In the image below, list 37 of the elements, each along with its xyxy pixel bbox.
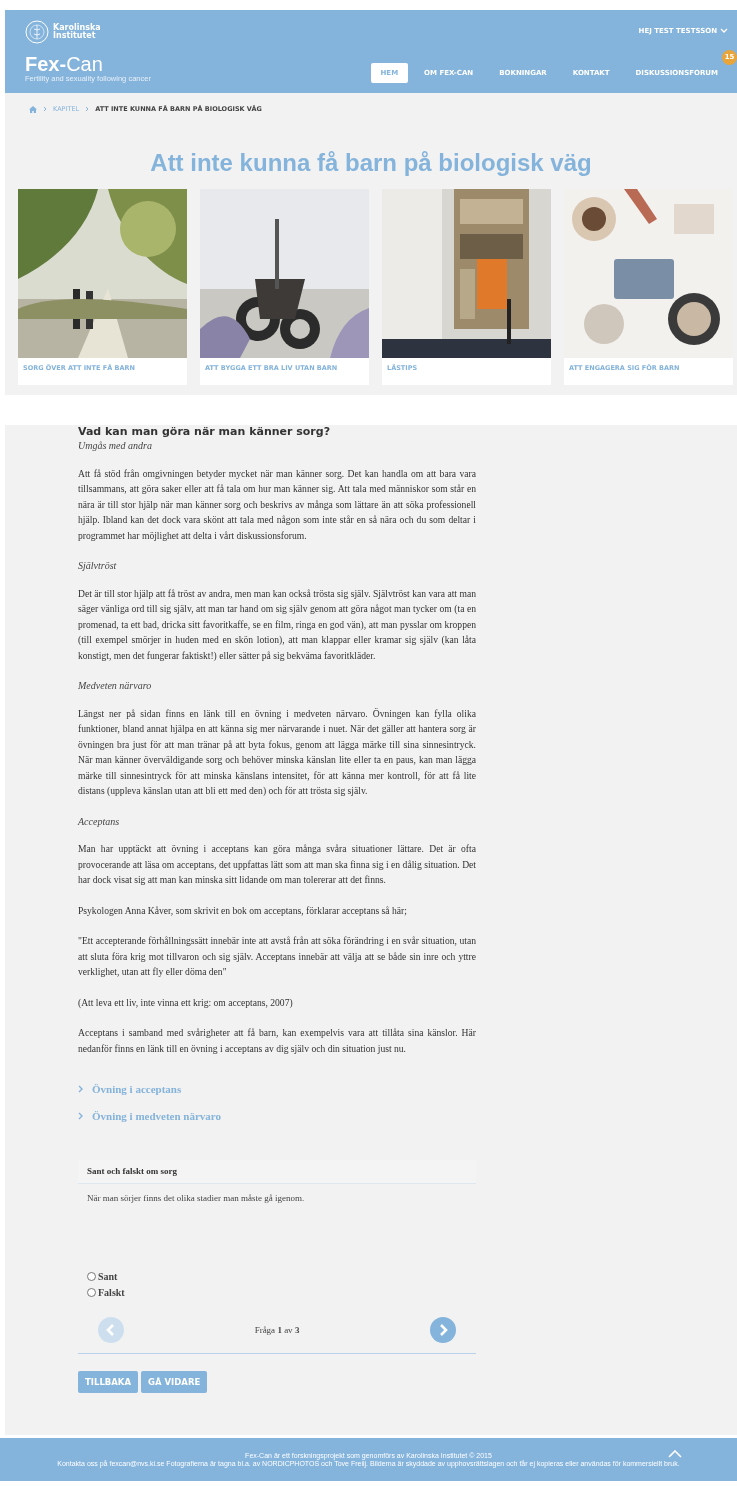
quiz-question: När man sörjer finns det olika stadier man måste gå igenom. — [87, 1193, 306, 1203]
paragraph: Längst ner på sidan finns en länk till en övning i medveten närvaro. Övningen kan fylla olika funktioner, bland annat hjälpa en att känna sig mer närvarande i nuet. När det gäller att hantera sorg är övningen bra just för att man tränar på att byta fokus, genom att lägga märke till sina sinnesintryck. När man känner överväldigande sorg och behöver minska känslan lite eller ta en paus, kan man lägga märke till sinnesintryck för att minska känslans intensitet, för att känna mer kontroll, för att få lite distans (uppleva känslan utan att bli ett med den) och för att trösta sig själv. — [78, 706, 476, 798]
paragraph: Psykologen Anna Kåver, som skrivit en bok om acceptans, förklarar acceptans så här; — [78, 903, 408, 918]
seal-icon — [25, 20, 49, 44]
subheading: Självtröst — [78, 559, 118, 573]
radio-button[interactable] — [87, 1272, 96, 1281]
radio-option[interactable]: Falskt — [87, 1287, 125, 1298]
radio-option[interactable]: Sant — [87, 1271, 118, 1282]
chevron-left-icon — [106, 1324, 116, 1336]
institution-name: Karolinska Institutet — [53, 24, 102, 40]
subheading: Umgås med andra — [78, 439, 153, 453]
chevron-icon — [720, 28, 728, 34]
paragraph: (Att leva ett liv, inte vinna ett krig: om acceptans, 2007) — [78, 995, 294, 1010]
scroll-up-icon[interactable] — [668, 1450, 682, 1458]
next-button[interactable] — [430, 1317, 456, 1343]
paragraph: Acceptans i samband med svårigheter att få barn, kan exempelvis vara att tillåta sina känslor. Här nedanför finns en länk till en övning i acceptans av dig själv och din situation just nu. — [78, 1026, 476, 1056]
chevron-icon — [85, 106, 90, 112]
section-heading: Vad kan man göra när man känner sorg? — [78, 425, 332, 438]
chevron-icon — [78, 1085, 83, 1093]
exercise-link[interactable]: Övning i acceptans — [78, 1083, 182, 1095]
radio-button[interactable] — [87, 1288, 96, 1297]
paragraph: Man har upptäckt att övning i acceptans kan göra många svåra situationer lättare. Det är ofta provocerande att läsa om acceptans, det uppfattas lätt som att man ska finna sig i en dålig situation. Det har dock visat sig att man kan minska sitt lidande om man tolererar att det finns. — [78, 842, 476, 887]
paragraph: "Ett accepterande förhållningssätt innebär inte att avstå från att söka förändring i en svår situation, utan att sluta föra krig mot tillvaron och sig själv. Acceptans innebär att välja att se både sin inre och yttre verklighet, utan att fly eller döma den" — [78, 934, 476, 979]
chevron-icon — [43, 106, 47, 112]
page-title: Att inte kunna få barn på biologisk väg — [149, 149, 593, 177]
continue-button[interactable]: GÅ VIDARE — [141, 1371, 208, 1393]
chevron-icon — [78, 1112, 83, 1120]
back-button[interactable]: TILLBAKA — [78, 1371, 138, 1393]
paragraph: Att få stöd från omgivningen betyder mycket när man känner sorg. Det kan handla om att bara vara tillsammans, att göra saker eller att få tala om hur man känner sig. Att tala med människor som står en nära är till stor hjälp när man känner sorg och beskrivs av många som lättare än att söka professionell hjälp. Ibland kan det dock vara skönt att tala med någon som inte står en så nära och du som deltar i programmet har möjlighet att delta i vårt diskussionsforum. — [78, 466, 476, 543]
question-counter: Fråga 1 av 3 — [254, 1325, 300, 1335]
subheading: Acceptans — [78, 814, 121, 829]
brand-logo[interactable]: Fex-Can — [25, 54, 151, 74]
subheading: Medveten närvaro — [78, 679, 153, 693]
paragraph: Det är till stor hjälp att få tröst av andra, men man kan också trösta sig själv. Självtröst kan vara att man säger vänliga ord till sig själv, att man tar hand om sig själv genom att göra något man tycker om (ta en promenad, ta ett bad, dricka sitt favoritkaffe, se en film, ringa en god vän), att man pysslar om kroppen (till exempel smörjer in huden med en skön lotion), att man klappar eller kramar sig själv (kan låta konstigt, men det fungerar faktiskt!) eller sätter på sig bekväma favoritkläder. — [78, 586, 476, 663]
chevron-right-icon — [438, 1324, 448, 1336]
home-icon[interactable] — [29, 105, 37, 113]
exercise-link[interactable]: Övning i medveten närvaro — [78, 1110, 222, 1122]
